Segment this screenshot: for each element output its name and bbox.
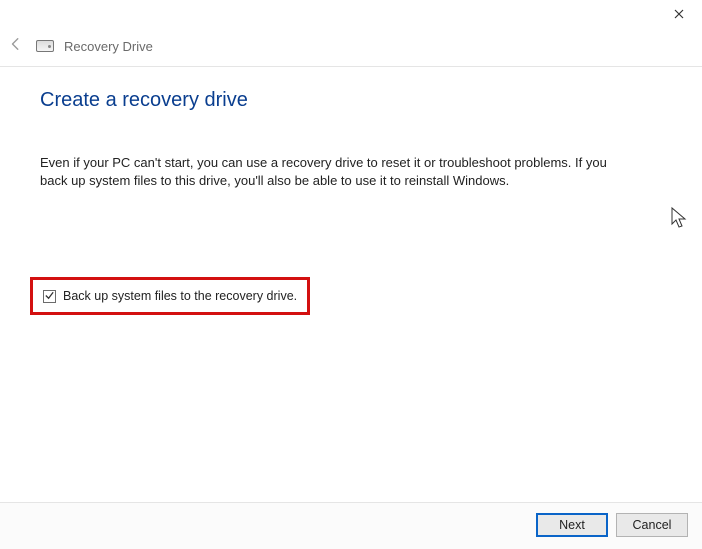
page-heading: Create a recovery drive (40, 89, 662, 112)
page-description: Even if your PC can't start, you can use… (40, 154, 610, 190)
cancel-button[interactable]: Cancel (616, 513, 688, 537)
checkmark-icon (44, 289, 55, 304)
backup-checkbox-row: Back up system files to the recovery dri… (30, 277, 310, 315)
window-title: Recovery Drive (64, 39, 153, 54)
next-button[interactable]: Next (536, 513, 608, 537)
backup-checkbox[interactable] (43, 290, 56, 303)
back-button[interactable] (6, 36, 26, 56)
close-icon (674, 6, 684, 22)
wizard-footer: Next Cancel (0, 502, 702, 549)
recovery-drive-wizard-window: Recovery Drive Create a recovery drive E… (0, 0, 702, 549)
cancel-button-label: Cancel (633, 518, 672, 532)
close-button[interactable] (656, 0, 702, 28)
arrow-left-icon (9, 37, 23, 56)
recovery-drive-icon (36, 40, 54, 52)
backup-checkbox-label: Back up system files to the recovery dri… (63, 289, 297, 303)
wizard-header: Recovery Drive (0, 28, 702, 67)
titlebar (0, 0, 702, 28)
wizard-content: Create a recovery drive Even if your PC … (0, 67, 702, 502)
next-button-label: Next (559, 518, 585, 532)
